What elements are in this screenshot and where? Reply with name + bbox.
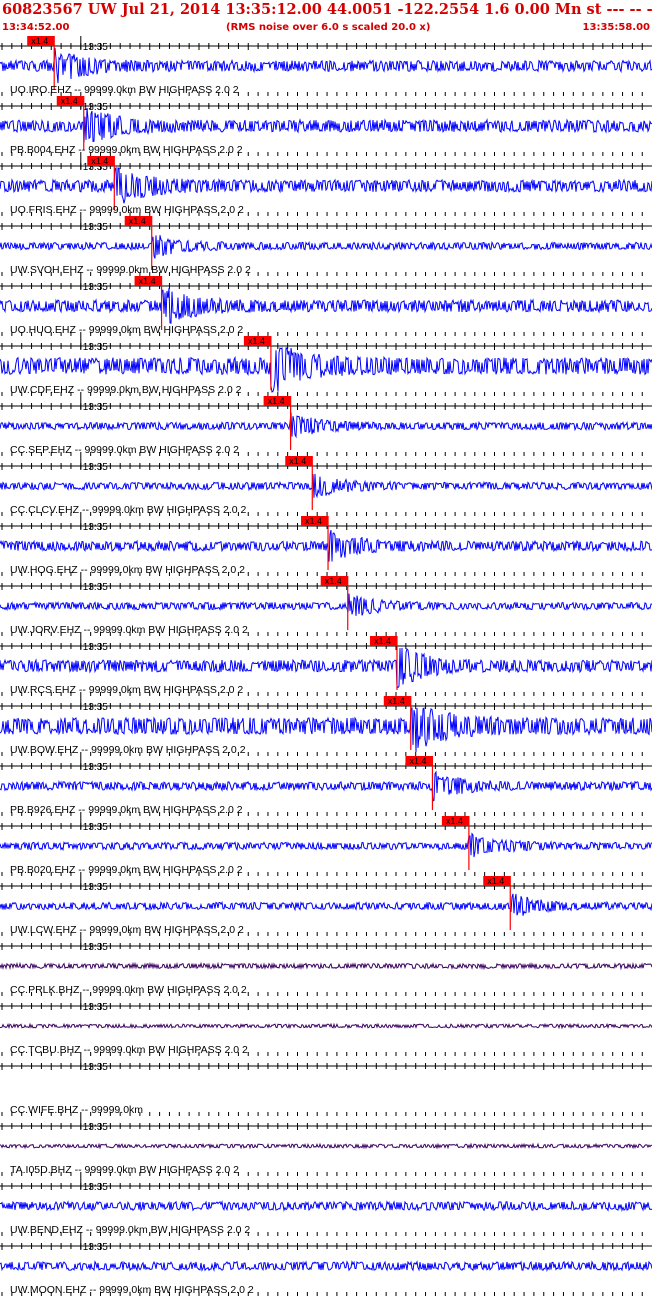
pick-label: x1.4 bbox=[31, 36, 48, 46]
minute-label: 13:35 bbox=[83, 522, 108, 533]
waveform-trace bbox=[0, 235, 652, 259]
pick-label: x1.4 bbox=[325, 576, 342, 586]
minute-label: 13:35 bbox=[83, 702, 108, 713]
waveform-trace bbox=[0, 47, 652, 84]
pick-label: x1.4 bbox=[374, 636, 391, 646]
station-label: PB.B926.EHZ -- 99999.0km BW HIGHPASS 2.0… bbox=[10, 804, 243, 816]
minute-label: 13:35 bbox=[83, 282, 108, 293]
waveform-trace bbox=[0, 1142, 652, 1150]
station-label: TA.I05D.BHZ -- 99999.0km BW HIGHPASS 2.0… bbox=[10, 1164, 239, 1176]
minute-label: 13:35 bbox=[83, 942, 108, 953]
header: 60823567 UW Jul 21, 2014 13:35:12.00 44.… bbox=[0, 0, 652, 36]
station-label: CC.TCBU.BHZ -- 99999.0km BW HIGHPASS 2.0… bbox=[10, 1044, 248, 1056]
start-time: 13:34:52.00 bbox=[2, 22, 70, 33]
waveform-trace bbox=[0, 893, 652, 916]
minute-label: 13:35 bbox=[83, 462, 108, 473]
station-label: UW.CDF.EHZ -- 99999.0km BW HIGHPASS 2.0 … bbox=[10, 384, 242, 396]
waveform-trace bbox=[0, 1260, 652, 1273]
pick-label: x1.4 bbox=[388, 696, 405, 706]
station-label: UW.RCS.EHZ -- 99999.0km BW HIGHPASS 2.0 … bbox=[10, 684, 243, 696]
station-label: UW.MOON.EHZ -- 99999.0km BW HIGHPASS 2.0… bbox=[10, 1284, 254, 1296]
pick-label: x1.4 bbox=[91, 156, 108, 166]
waveform-trace bbox=[0, 473, 652, 499]
waveform-trace bbox=[0, 108, 652, 143]
minute-label: 13:35 bbox=[83, 222, 108, 233]
minute-label: 13:35 bbox=[83, 1182, 108, 1193]
station-label: CC.CLCV.EHZ -- 99999.0km BW HIGHPASS 2.0… bbox=[10, 504, 246, 516]
station-label: UW.SVOH.EHZ -- 99999.0km BW HIGHPASS 2.0… bbox=[10, 264, 251, 276]
waveform-trace bbox=[0, 288, 652, 324]
waveform-trace bbox=[0, 832, 652, 858]
minute-label: 13:35 bbox=[83, 762, 108, 773]
station-label: PB.B004.EHZ -- 99999.0km BW HIGHPASS 2.0… bbox=[10, 144, 243, 156]
minute-label: 13:35 bbox=[83, 882, 108, 893]
waveform-trace bbox=[0, 1022, 652, 1030]
end-time: 13:35:58.00 bbox=[582, 22, 650, 33]
minute-label: 13:35 bbox=[83, 822, 108, 833]
station-label: CC.SEP.EHZ -- 99999.0km BW HIGHPASS 2.0 … bbox=[10, 444, 239, 456]
pick-label: x1.4 bbox=[487, 876, 504, 886]
waveform-trace bbox=[0, 770, 652, 802]
station-label: UO.IRO.EHZ -- 99999.0km BW HIGHPASS 2.0 … bbox=[10, 84, 239, 96]
minute-label: 13:35 bbox=[83, 402, 108, 413]
minute-label: 13:35 bbox=[83, 342, 108, 353]
minute-label: 13:35 bbox=[83, 1122, 108, 1133]
station-label: UW.LCW.EHZ -- 99999.0km BW HIGHPASS 2.0 … bbox=[10, 924, 244, 936]
minute-label: 13:35 bbox=[83, 642, 108, 653]
pick-label: x1.4 bbox=[446, 816, 463, 826]
pick-label: x1.4 bbox=[268, 396, 285, 406]
station-label: UW.BOW.EHZ -- 99999.0km BW HIGHPASS 2.0 … bbox=[10, 744, 246, 756]
station-label: UW.HOG.EHZ -- 99999.0km BW HIGHPASS 2.0 … bbox=[10, 564, 245, 576]
waveform-trace bbox=[0, 1200, 652, 1212]
pick-label: x1.4 bbox=[139, 276, 156, 286]
station-label: UO.FRIS.EHZ -- 99999.0km BW HIGHPASS 2.0… bbox=[10, 204, 244, 216]
minute-label: 13:35 bbox=[83, 1062, 108, 1073]
event-title: 60823567 UW Jul 21, 2014 13:35:12.00 44.… bbox=[2, 1, 652, 18]
pick-label: x1.4 bbox=[289, 456, 306, 466]
pick-label: x1.4 bbox=[129, 216, 146, 226]
minute-label: 13:35 bbox=[83, 1002, 108, 1013]
waveform-trace bbox=[0, 647, 652, 689]
pick-label: x1.4 bbox=[248, 336, 265, 346]
seismogram-plot: 13:35x1.4UO.IRO.EHZ -- 99999.0km BW HIGH… bbox=[0, 36, 652, 1296]
station-label: CC.PRLK.BHZ -- 99999.0km BW HIGHPASS 2.0… bbox=[10, 984, 247, 996]
station-label: UO.HUO.EHZ -- 99999.0km BW HIGHPASS 2.0 … bbox=[10, 324, 243, 336]
minute-label: 13:35 bbox=[83, 42, 108, 53]
pick-label: x1.4 bbox=[409, 756, 426, 766]
waveform-trace bbox=[0, 961, 652, 971]
waveform-trace bbox=[0, 593, 652, 616]
rms-note: (RMS noise over 6.0 s scaled 20.0 x) bbox=[226, 22, 431, 33]
pick-label: x1.4 bbox=[305, 516, 322, 526]
waveform-trace bbox=[0, 529, 652, 562]
minute-label: 13:35 bbox=[83, 1242, 108, 1253]
station-label: UW.JORV.EHZ -- 99999.0km BW HIGHPASS 2.0… bbox=[10, 624, 248, 636]
station-label: UW.BEND.EHZ -- 99999.0km BW HIGHPASS 2.0… bbox=[10, 1224, 250, 1236]
waveform-trace bbox=[0, 412, 652, 439]
station-label: CC.WIFE.BHZ -- 99999.0km bbox=[10, 1104, 143, 1116]
waveform-trace bbox=[0, 166, 652, 204]
minute-label: 13:35 bbox=[83, 582, 108, 593]
pick-label: x1.4 bbox=[61, 96, 78, 106]
station-label: PB.B020.EHZ -- 99999.0km BW HIGHPASS 2.0… bbox=[10, 864, 243, 876]
